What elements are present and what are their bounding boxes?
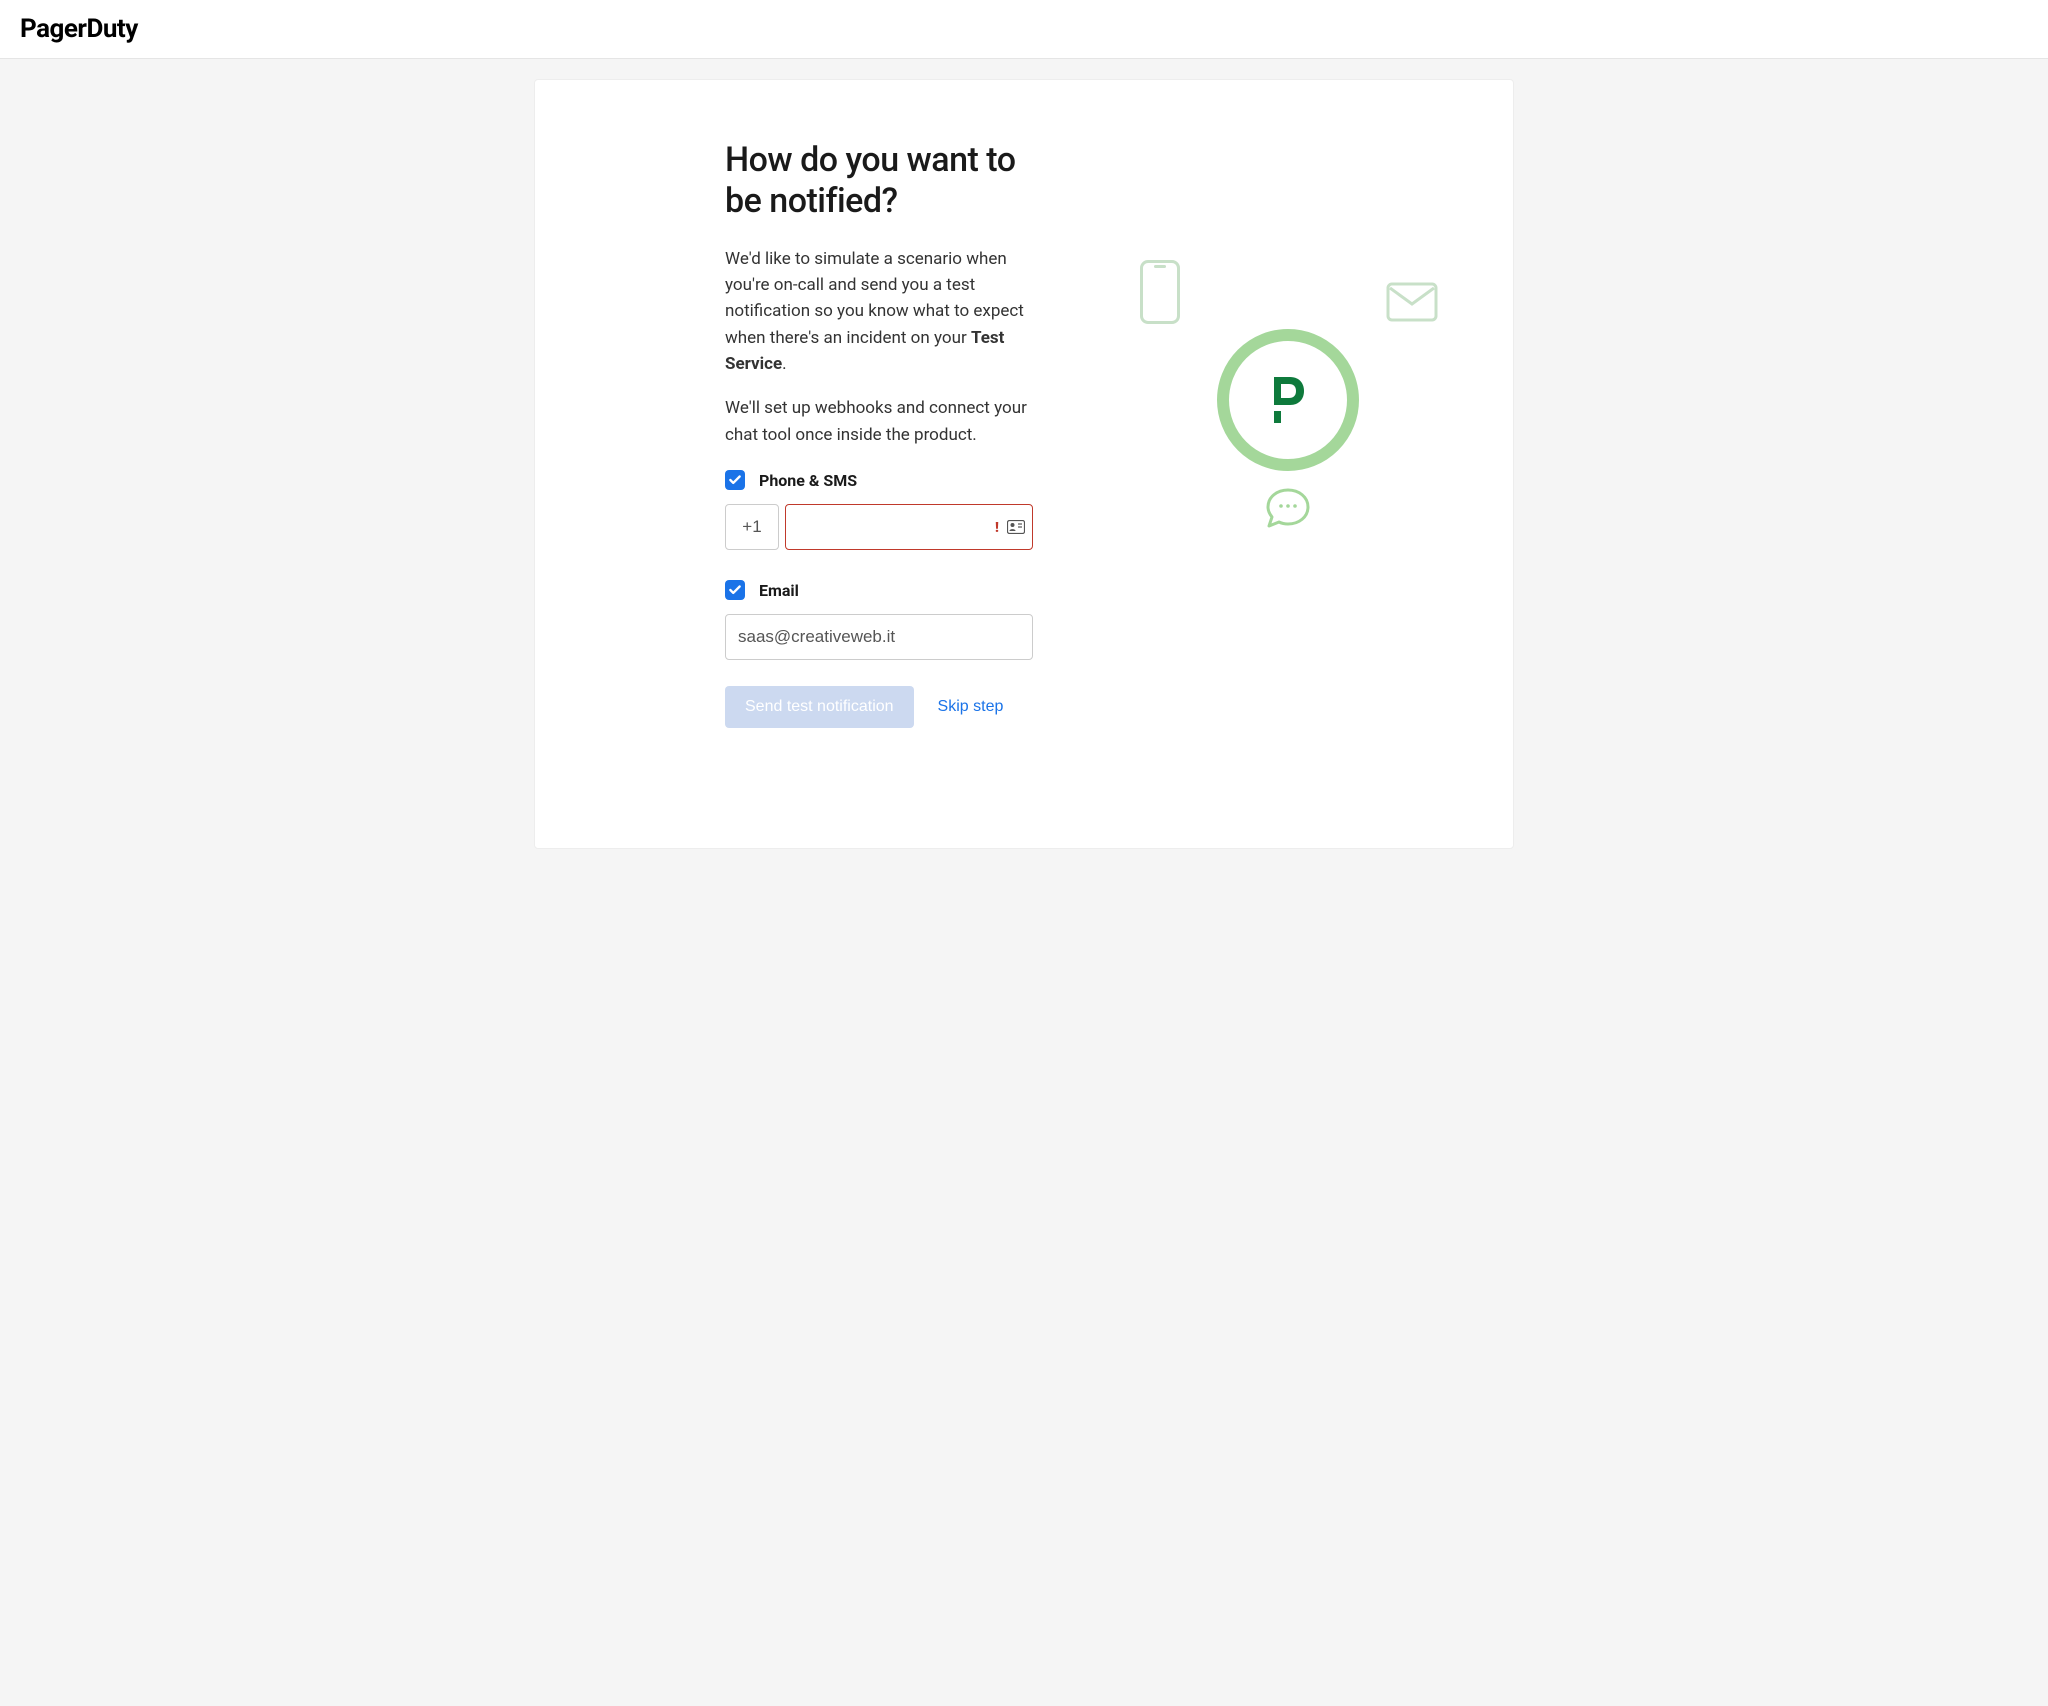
p-logo-icon [1268, 375, 1308, 425]
exclamation-icon: ! [995, 519, 1005, 535]
brand-logo: PagerDuty [20, 14, 138, 44]
description-1: We'd like to simulate a scenario when yo… [725, 246, 1033, 378]
app-header: PagerDuty [0, 0, 2048, 59]
chat-icon [1264, 486, 1312, 530]
mail-icon [1386, 282, 1438, 322]
page-title: How do you want to be notified? [725, 140, 1033, 222]
email-input[interactable] [725, 614, 1033, 660]
button-row: Send test notification Skip step [725, 686, 1033, 728]
checkmark-icon [728, 583, 742, 597]
contact-card-icon [1007, 520, 1025, 534]
email-check-row: Email [725, 580, 1033, 600]
description-1-after: . [782, 354, 786, 374]
notification-illustration [1138, 260, 1438, 540]
email-label: Email [759, 581, 799, 600]
form-column: How do you want to be notified? We'd lik… [535, 140, 1063, 728]
phone-sms-check-row: Phone & SMS [725, 470, 1033, 490]
send-test-notification-button[interactable]: Send test notification [725, 686, 914, 728]
phone-sms-label: Phone & SMS [759, 471, 857, 490]
country-code-input[interactable] [725, 504, 779, 550]
phone-error-icon: ! [995, 519, 1025, 535]
phone-input-wrapper: ! [785, 504, 1033, 550]
illustration-column [1063, 140, 1513, 728]
skip-step-link[interactable]: Skip step [938, 698, 1004, 716]
phone-icon [1140, 260, 1180, 324]
svg-text:!: ! [995, 520, 999, 535]
checkmark-icon [728, 473, 742, 487]
phone-sms-checkbox[interactable] [725, 470, 745, 490]
logo-circle-icon [1217, 329, 1359, 471]
email-checkbox[interactable] [725, 580, 745, 600]
onboarding-card: How do you want to be notified? We'd lik… [534, 79, 1514, 849]
description-2: We'll set up webhooks and connect your c… [725, 395, 1033, 448]
main-area: How do you want to be notified? We'd lik… [0, 59, 2048, 869]
phone-input-row: ! [725, 504, 1033, 550]
